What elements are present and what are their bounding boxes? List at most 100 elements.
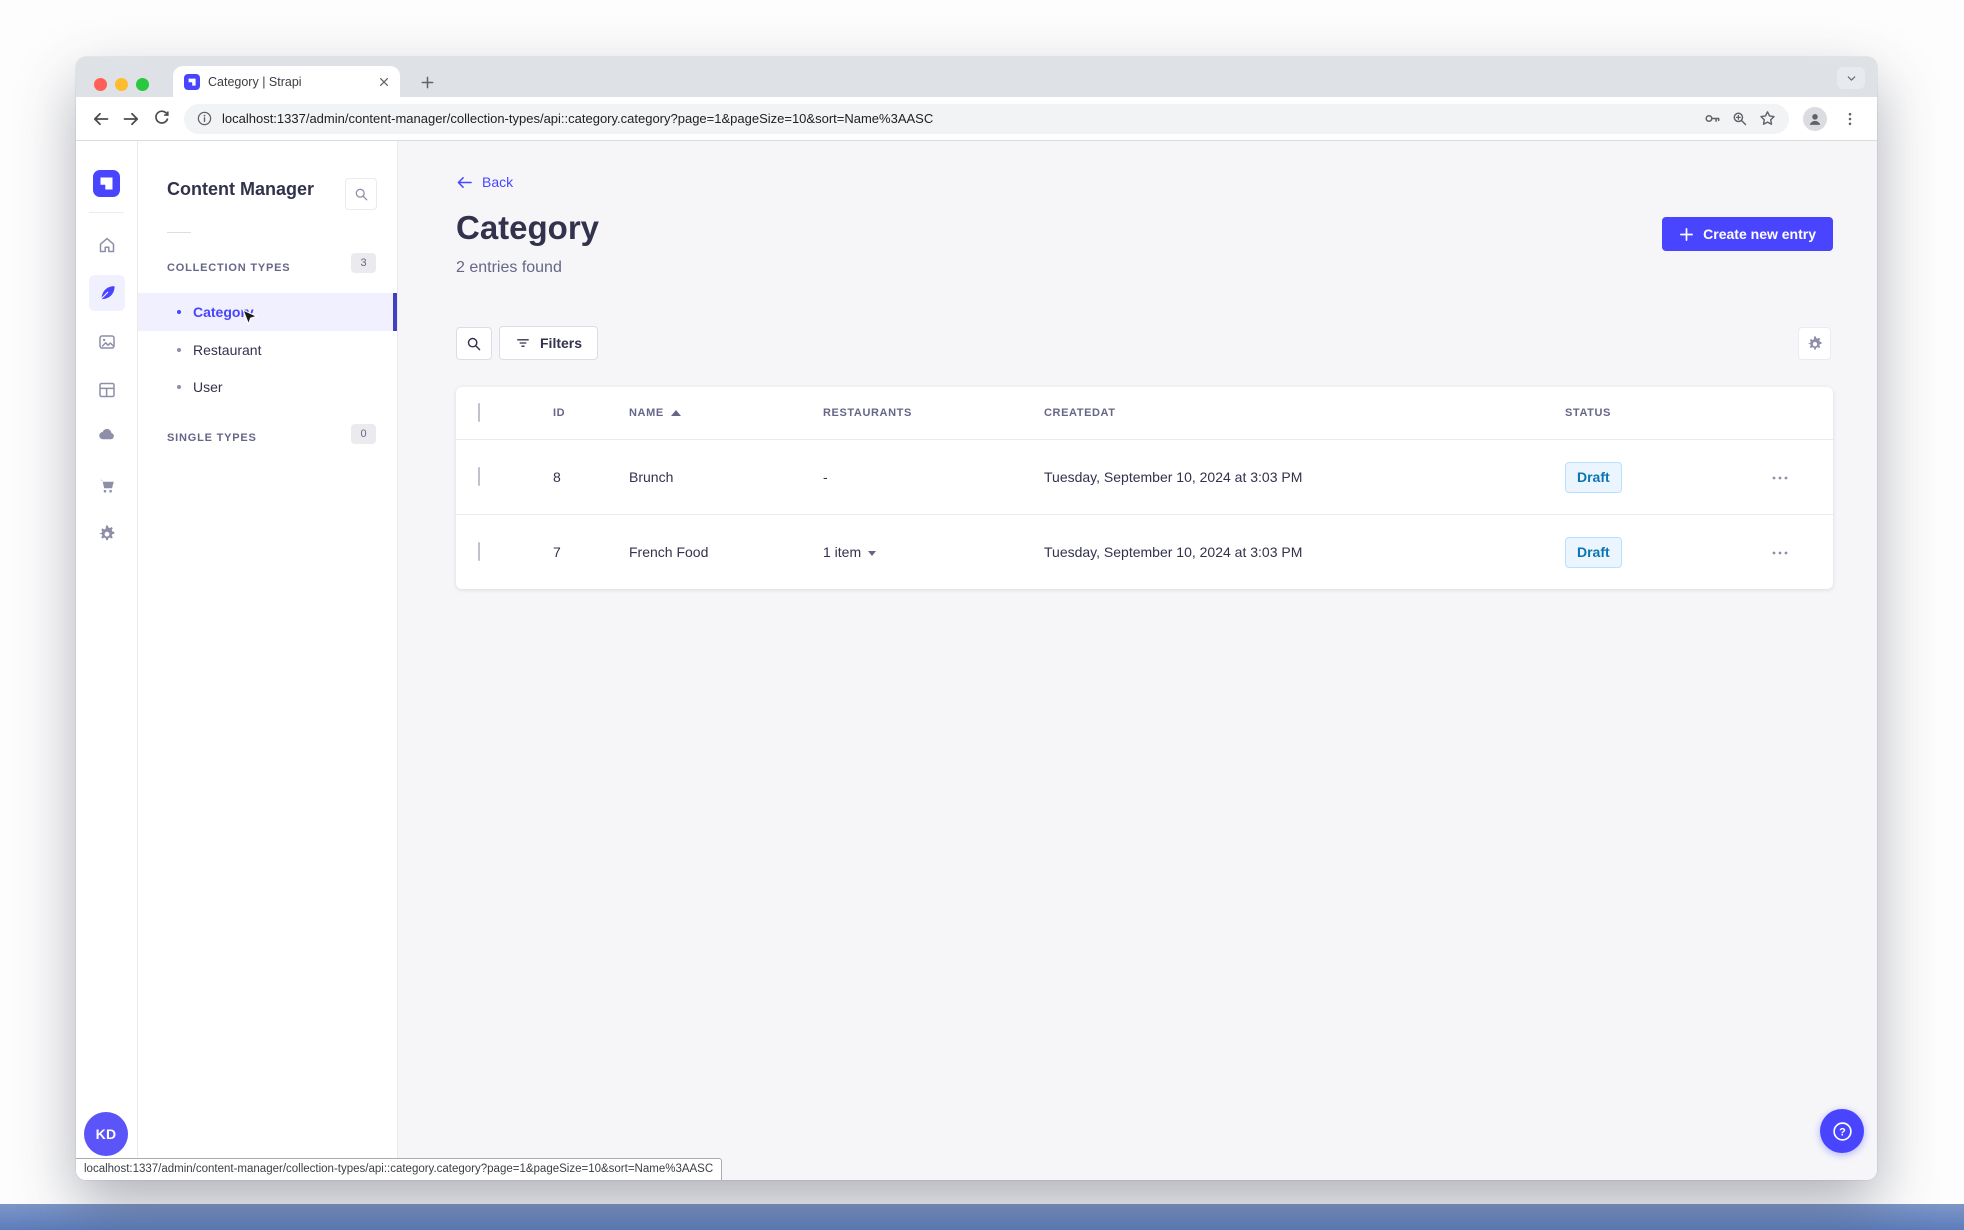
sidebar-item-label: Restaurant <box>193 342 262 358</box>
bookmark-star-icon[interactable] <box>1758 109 1777 128</box>
page-title: Category <box>456 209 600 246</box>
chevron-down-icon <box>868 550 877 556</box>
settings-gear-icon[interactable] <box>89 516 125 552</box>
minimize-window-button[interactable] <box>115 78 128 91</box>
sidebar-item-user[interactable]: User <box>138 368 397 406</box>
cell-id: 7 <box>553 544 561 560</box>
column-header-name-label: NAME <box>629 407 664 419</box>
create-new-entry-label: Create new entry <box>1703 226 1816 242</box>
collection-types-label: Collection Types <box>167 262 291 274</box>
sidebar-item-label: User <box>193 379 223 395</box>
window-controls <box>94 78 149 91</box>
user-avatar[interactable]: KD <box>84 1112 128 1156</box>
sidebar-title: Content Manager <box>167 179 315 199</box>
status-badge-draft: Draft <box>1565 536 1622 568</box>
back-link[interactable]: Back <box>456 174 513 190</box>
column-header-restaurants[interactable]: RESTAURANTS <box>823 407 1044 419</box>
browser-window: Category | Strapi localhost:1337/admin/c… <box>76 57 1877 1180</box>
browser-profile-avatar[interactable] <box>1803 106 1827 131</box>
maximize-window-button[interactable] <box>136 78 149 91</box>
table-header-row: ID NAME RESTAURANTS CREATEDAT STATUS <box>456 387 1833 439</box>
browser-menu-kebab-icon[interactable] <box>1835 104 1865 134</box>
column-header-id[interactable]: ID <box>553 407 629 419</box>
table-row-brunch[interactable]: 8 Brunch - Tuesday, September 10, 2024 a… <box>456 439 1833 514</box>
question-mark-icon: ? <box>1832 1121 1852 1141</box>
entries-table: ID NAME RESTAURANTS CREATEDAT STATUS 8 B… <box>456 387 1833 589</box>
cell-createdat: Tuesday, September 10, 2024 at 3:03 PM <box>1044 544 1303 560</box>
sort-ascending-icon <box>670 410 681 416</box>
home-icon[interactable] <box>89 227 125 263</box>
list-search-icon[interactable] <box>456 327 492 360</box>
new-tab-button[interactable] <box>414 69 440 95</box>
filters-button[interactable]: Filters <box>499 326 599 360</box>
close-window-button[interactable] <box>94 78 107 91</box>
desktop-background: Category | Strapi localhost:1337/admin/c… <box>0 0 1964 1230</box>
zoom-in-page-icon[interactable] <box>1731 110 1749 128</box>
plus-icon <box>1680 227 1694 241</box>
entries-count-text: 2 entries found <box>456 259 562 276</box>
row-actions-ellipsis-icon[interactable] <box>1771 543 1789 561</box>
mouse-cursor <box>241 308 259 334</box>
content-manager-feather-icon[interactable] <box>89 275 125 311</box>
single-types-count-badge: 0 <box>351 424 376 444</box>
column-header-name[interactable]: NAME <box>629 407 823 419</box>
help-button[interactable]: ? <box>1820 1109 1864 1153</box>
browser-tab-strip: Category | Strapi <box>76 57 1877 97</box>
row-actions-ellipsis-icon[interactable] <box>1771 468 1789 486</box>
bullet-icon <box>177 310 181 314</box>
content-manager-sidebar: Content Manager Collection Types 3 Categ… <box>138 141 398 1180</box>
sidebar-item-category[interactable]: Category <box>138 293 397 331</box>
table-row-french-food[interactable]: 7 French Food 1 item Tuesday, September … <box>456 514 1833 589</box>
cloud-icon[interactable] <box>89 416 125 452</box>
sidebar-divider <box>167 232 191 233</box>
filter-icon <box>517 339 529 347</box>
reload-icon[interactable] <box>146 104 176 134</box>
strapi-app: KD Content Manager Collection Types 3 Ca… <box>76 141 1877 1180</box>
svg-text:?: ? <box>1839 1126 1846 1138</box>
select-all-checkbox[interactable] <box>478 403 480 422</box>
status-badge-draft: Draft <box>1565 461 1622 493</box>
column-header-status[interactable]: STATUS <box>1565 407 1763 419</box>
site-info-icon[interactable] <box>196 110 213 127</box>
content-type-builder-layout-icon[interactable] <box>89 372 125 408</box>
view-settings-gear-icon[interactable] <box>1798 327 1831 360</box>
password-key-icon[interactable] <box>1703 109 1722 128</box>
sidebar-search-icon[interactable] <box>345 178 377 210</box>
tab-strip-chevron-down-icon[interactable] <box>1837 67 1865 89</box>
url-address-bar[interactable]: localhost:1337/admin/content-manager/col… <box>184 103 1789 134</box>
cell-restaurants-count[interactable]: 1 item <box>823 544 1044 560</box>
single-types-label: Single Types <box>167 432 257 444</box>
cell-name: French Food <box>629 544 709 560</box>
cell-createdat: Tuesday, September 10, 2024 at 3:03 PM <box>1044 469 1303 485</box>
back-label: Back <box>482 174 514 190</box>
main-nav-rail: KD <box>76 141 138 1180</box>
cell-id: 8 <box>553 469 561 485</box>
collection-types-count-badge: 3 <box>351 253 376 273</box>
row-checkbox[interactable] <box>478 542 480 561</box>
cell-restaurants: - <box>823 469 828 485</box>
create-new-entry-button[interactable]: Create new entry <box>1662 217 1833 251</box>
bullet-icon <box>177 348 181 352</box>
bullet-icon <box>177 385 181 389</box>
browser-tab-category-strapi[interactable]: Category | Strapi <box>173 66 400 97</box>
desktop-wallpaper-strip <box>0 1204 1964 1230</box>
tab-close-icon[interactable] <box>376 74 392 90</box>
filters-label: Filters <box>540 335 583 351</box>
strapi-logo[interactable] <box>93 170 120 197</box>
sidebar-item-restaurant[interactable]: Restaurant <box>138 331 397 369</box>
url-text[interactable]: localhost:1337/admin/content-manager/col… <box>222 111 1694 126</box>
main-panel: Back Category 2 entries found Create new… <box>398 141 1877 1180</box>
marketplace-cart-icon[interactable] <box>89 468 125 504</box>
strapi-favicon-icon <box>184 73 200 90</box>
forward-icon[interactable] <box>116 104 146 134</box>
link-status-bar: localhost:1337/admin/content-manager/col… <box>76 1158 723 1180</box>
media-library-icon[interactable] <box>89 324 125 360</box>
relation-count-label: 1 item <box>823 544 862 560</box>
row-checkbox[interactable] <box>478 467 480 486</box>
rail-divider <box>89 212 124 213</box>
back-icon[interactable] <box>86 104 116 134</box>
column-header-createdat[interactable]: CREATEDAT <box>1044 407 1565 419</box>
cell-name: Brunch <box>629 469 674 485</box>
tab-title: Category | Strapi <box>208 74 302 89</box>
browser-toolbar: localhost:1337/admin/content-manager/col… <box>76 97 1877 141</box>
